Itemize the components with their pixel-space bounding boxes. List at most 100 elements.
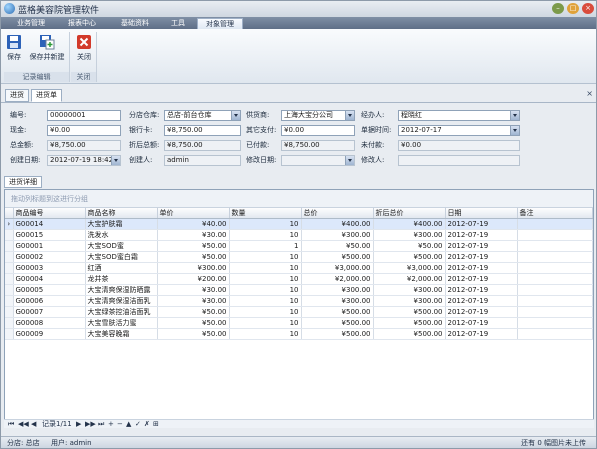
table-row[interactable]: G00003 红酒 ¥300.00 10 ¥3,000.00 ¥3,000.00 2012-… <box>5 262 593 274</box>
table-cell[interactable]: ¥30.00 <box>157 229 230 241</box>
table-cell[interactable]: ¥50.00 <box>157 251 230 263</box>
table-cell[interactable]: ¥500.00 <box>301 328 374 340</box>
table-cell[interactable]: 大宝清爽保湿洁面乳 <box>85 295 158 307</box>
first-record-icon[interactable]: ⏮ <box>8 420 14 429</box>
chevron-down-icon[interactable] <box>510 111 519 120</box>
close-window-icon[interactable]: × <box>582 3 594 14</box>
table-cell[interactable]: 洗发水 <box>85 229 158 241</box>
table-cell[interactable]: 10 <box>229 295 302 307</box>
table-cell[interactable]: ¥300.00 <box>157 262 230 274</box>
table-cell[interactable]: ¥3,000.00 <box>373 262 446 274</box>
row-indicator[interactable] <box>5 317 14 329</box>
table-cell[interactable]: 大宝雪肤活力蜜 <box>85 317 158 329</box>
table-cell[interactable] <box>517 218 593 230</box>
column-header-remark[interactable]: 备注 <box>517 208 593 219</box>
table-cell[interactable]: 10 <box>229 218 302 230</box>
table-row[interactable]: G00002 大宝SOD蜜白霜 ¥50.00 10 ¥500.00 ¥500.00 2012… <box>5 251 593 263</box>
table-cell[interactable]: 10 <box>229 262 302 274</box>
other-payment-field[interactable]: ¥0.00 <box>281 125 355 136</box>
table-cell[interactable]: ¥300.00 <box>301 295 374 307</box>
table-cell[interactable]: ¥40.00 <box>157 218 230 230</box>
tab-business[interactable]: 业务管理 <box>9 18 53 29</box>
group-by-hint[interactable]: 拖动列标题到这进行分组 <box>5 190 593 208</box>
table-cell[interactable]: G00009 <box>13 328 86 340</box>
table-cell[interactable]: G00007 <box>13 306 86 318</box>
table-cell[interactable] <box>517 251 593 263</box>
table-cell[interactable]: ¥300.00 <box>373 229 446 241</box>
add-record-icon[interactable]: + <box>108 420 114 429</box>
table-cell[interactable]: 大宝清爽保湿防晒露 <box>85 284 158 296</box>
maximize-icon[interactable]: □ <box>567 3 579 14</box>
table-cell[interactable]: 2012-07-19 <box>445 229 518 241</box>
cash-field[interactable]: ¥0.00 <box>47 125 121 136</box>
last-record-icon[interactable]: ⏭ <box>98 420 104 429</box>
table-cell[interactable]: G00008 <box>13 317 86 329</box>
previous-record-icon[interactable]: ◀ <box>31 420 36 429</box>
table-cell[interactable]: ¥2,000.00 <box>373 273 446 285</box>
minimize-icon[interactable]: – <box>552 3 564 14</box>
table-row[interactable]: › G00014 大宝护肤霜 ¥40.00 10 ¥400.00 ¥400.00 2012-0… <box>5 218 593 230</box>
column-header-quantity[interactable]: 数量 <box>229 208 302 219</box>
table-cell[interactable]: 10 <box>229 273 302 285</box>
tab-purchase-order[interactable]: 进货单 <box>31 89 62 102</box>
table-row[interactable]: G00008 大宝雪肤活力蜜 ¥50.00 10 ¥500.00 ¥500.00 2012-… <box>5 317 593 329</box>
table-cell[interactable]: 10 <box>229 229 302 241</box>
table-cell[interactable]: G00004 <box>13 273 86 285</box>
table-cell[interactable]: ¥300.00 <box>301 284 374 296</box>
tab-purchase-detail[interactable]: 进货详细 <box>4 176 42 188</box>
row-indicator[interactable] <box>5 284 14 296</box>
table-cell[interactable]: 大宝SOD蜜白霜 <box>85 251 158 263</box>
handler-select[interactable]: 程晓红 <box>398 110 520 121</box>
table-row[interactable]: G00007 大宝绿茶控油洁面乳 ¥50.00 10 ¥500.00 ¥500.00 201… <box>5 306 593 318</box>
table-cell[interactable]: ¥500.00 <box>301 306 374 318</box>
table-cell[interactable]: 2012-07-19 <box>445 317 518 329</box>
table-cell[interactable]: 2012-07-19 <box>445 240 518 252</box>
row-indicator[interactable] <box>5 273 14 285</box>
table-cell[interactable]: 大宝护肤霜 <box>85 218 158 230</box>
close-button[interactable]: 关闭 <box>74 32 94 70</box>
chevron-down-icon[interactable] <box>345 111 354 120</box>
tab-basic-data[interactable]: 基础资料 <box>111 18 159 29</box>
table-cell[interactable] <box>517 284 593 296</box>
table-cell[interactable]: G00003 <box>13 262 86 274</box>
delete-record-icon[interactable]: − <box>117 420 123 429</box>
tab-reports[interactable]: 报表中心 <box>57 18 107 29</box>
next-page-icon[interactable]: ▶▶ <box>85 420 96 429</box>
table-cell[interactable]: ¥30.00 <box>157 295 230 307</box>
table-cell[interactable]: 2012-07-19 <box>445 273 518 285</box>
next-record-icon[interactable]: ▶ <box>76 420 81 429</box>
table-cell[interactable]: 2012-07-19 <box>445 262 518 274</box>
table-cell[interactable] <box>517 262 593 274</box>
column-header-discount-total[interactable]: 折后总价 <box>373 208 446 219</box>
row-indicator[interactable] <box>5 306 14 318</box>
save-and-new-button[interactable]: 保存并新建 <box>26 32 68 70</box>
current-row-indicator-icon[interactable]: › <box>5 218 14 230</box>
table-cell[interactable]: G00015 <box>13 229 86 241</box>
table-cell[interactable]: ¥50.00 <box>157 328 230 340</box>
table-cell[interactable]: ¥300.00 <box>373 295 446 307</box>
table-cell[interactable]: 红酒 <box>85 262 158 274</box>
table-cell[interactable]: ¥50.00 <box>157 306 230 318</box>
table-cell[interactable]: ¥400.00 <box>373 218 446 230</box>
column-header-date[interactable]: 日期 <box>445 208 518 219</box>
tab-object-management[interactable]: 对象管理 <box>197 18 243 29</box>
table-cell[interactable]: 大宝绿茶控油洁面乳 <box>85 306 158 318</box>
table-cell[interactable] <box>517 240 593 252</box>
table-cell[interactable]: ¥500.00 <box>373 328 446 340</box>
tab-purchase[interactable]: 进货 <box>5 89 29 102</box>
document-time-picker[interactable]: 2012-07-17 <box>398 125 520 136</box>
chevron-down-icon[interactable] <box>510 126 519 135</box>
table-cell[interactable]: G00006 <box>13 295 86 307</box>
table-row[interactable]: G00006 大宝清爽保湿洁面乳 ¥30.00 10 ¥300.00 ¥300.00 201… <box>5 295 593 307</box>
table-cell[interactable]: 10 <box>229 306 302 318</box>
column-header-product-code[interactable]: 商品编号 <box>13 208 86 219</box>
filter-icon[interactable]: ⊞ <box>153 420 159 429</box>
table-cell[interactable]: ¥50.00 <box>301 240 374 252</box>
row-indicator[interactable] <box>5 229 14 241</box>
table-cell[interactable] <box>517 273 593 285</box>
table-cell[interactable]: 10 <box>229 328 302 340</box>
table-cell[interactable]: 10 <box>229 284 302 296</box>
table-cell[interactable]: ¥500.00 <box>301 317 374 329</box>
table-cell[interactable]: ¥500.00 <box>373 317 446 329</box>
bankcard-field[interactable]: ¥8,750.00 <box>164 125 241 136</box>
